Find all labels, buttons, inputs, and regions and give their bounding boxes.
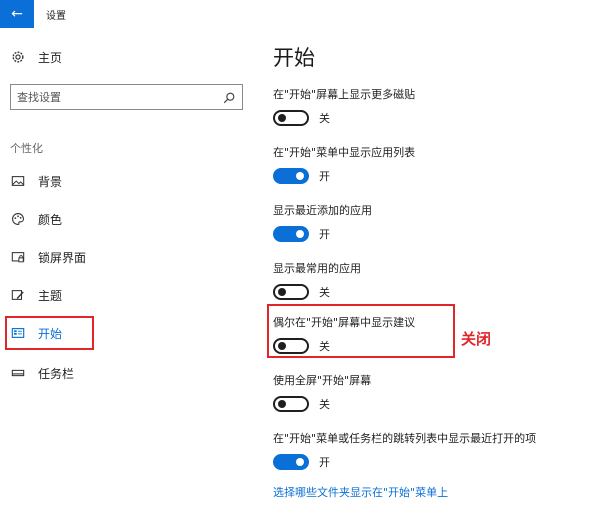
toggle-switch[interactable] <box>273 226 309 242</box>
setting-most-used: 显示最常用的应用 关 <box>273 260 361 300</box>
setting-label: 在"开始"菜单或任务栏的跳转列表中显示最近打开的项 <box>273 432 537 445</box>
toggle-state: 关 <box>319 398 330 411</box>
setting-show-suggestions: 偶尔在"开始"屏幕中显示建议 关 <box>273 314 415 354</box>
setting-label: 在"开始"菜单中显示应用列表 <box>273 146 416 159</box>
toggle-state: 关 <box>319 340 330 353</box>
back-arrow-icon: ← <box>11 6 23 22</box>
sidebar-item-start[interactable]: 开始 <box>10 322 62 344</box>
setting-full-screen: 使用全屏"开始"屏幕 关 <box>273 372 371 412</box>
sidebar-item-label: 主页 <box>38 50 63 65</box>
toggle-switch[interactable] <box>273 454 309 470</box>
toggle-switch[interactable] <box>273 284 309 300</box>
setting-recently-added: 显示最近添加的应用 开 <box>273 202 372 242</box>
sidebar-item-label: 开始 <box>38 326 63 341</box>
search-input[interactable] <box>11 85 211 109</box>
sidebar-item-taskbar[interactable]: 任务栏 <box>10 362 74 384</box>
page-title: 开始 <box>273 46 315 70</box>
sidebar-item-label: 背景 <box>38 174 63 189</box>
toggle-switch[interactable] <box>273 168 309 184</box>
sidebar-item-label: 主题 <box>38 288 63 303</box>
window-title: 设置 <box>46 11 66 22</box>
toggle-state: 关 <box>319 286 330 299</box>
sidebar-item-background[interactable]: 背景 <box>10 170 62 192</box>
sidebar-item-label: 颜色 <box>38 212 63 227</box>
setting-jump-lists: 在"开始"菜单或任务栏的跳转列表中显示最近打开的项 开 <box>273 430 536 470</box>
setting-label: 显示最常用的应用 <box>273 262 361 275</box>
setting-label: 偶尔在"开始"屏幕中显示建议 <box>273 316 416 329</box>
gear-icon <box>10 49 26 65</box>
lock-screen-icon <box>10 249 26 265</box>
choose-folders-link[interactable]: 选择哪些文件夹显示在"开始"菜单上 <box>273 484 448 500</box>
sidebar-item-lock-screen[interactable]: 锁屏界面 <box>10 246 86 268</box>
image-icon <box>10 173 26 189</box>
sidebar-item-themes[interactable]: 主题 <box>10 284 62 306</box>
annotation-close: 关闭 <box>461 330 492 348</box>
toggle-switch[interactable] <box>273 396 309 412</box>
sidebar-item-label: 任务栏 <box>38 366 75 381</box>
search-box[interactable] <box>10 84 243 110</box>
palette-icon <box>10 211 26 227</box>
theme-icon <box>10 287 26 303</box>
main-content: 开始 在"开始"屏幕上显示更多磁贴 关 在"开始"菜单中显示应用列表 开 显示最… <box>255 28 605 507</box>
toggle-state: 开 <box>319 456 330 469</box>
sidebar: 主页 个性化 背景 颜色 锁屏界面 主题 开始 <box>0 28 255 507</box>
setting-label: 使用全屏"开始"屏幕 <box>273 374 372 387</box>
taskbar-icon <box>10 365 26 381</box>
setting-label: 显示最近添加的应用 <box>273 204 372 217</box>
search-icon[interactable] <box>222 90 236 104</box>
sidebar-item-label: 锁屏界面 <box>38 250 87 265</box>
title-bar: ← 设置 <box>0 0 605 28</box>
setting-more-tiles: 在"开始"屏幕上显示更多磁贴 关 <box>273 86 415 126</box>
sidebar-item-colors[interactable]: 颜色 <box>10 208 62 230</box>
toggle-state: 开 <box>319 170 330 183</box>
toggle-state: 开 <box>319 228 330 241</box>
toggle-switch[interactable] <box>273 338 309 354</box>
setting-label: 在"开始"屏幕上显示更多磁贴 <box>273 88 416 101</box>
section-label-personalization: 个性化 <box>10 142 43 155</box>
start-icon <box>10 325 26 341</box>
sidebar-item-home[interactable]: 主页 <box>10 46 62 68</box>
back-button[interactable]: ← <box>0 0 34 28</box>
setting-app-list: 在"开始"菜单中显示应用列表 开 <box>273 144 415 184</box>
toggle-state: 关 <box>319 112 330 125</box>
toggle-switch[interactable] <box>273 110 309 126</box>
